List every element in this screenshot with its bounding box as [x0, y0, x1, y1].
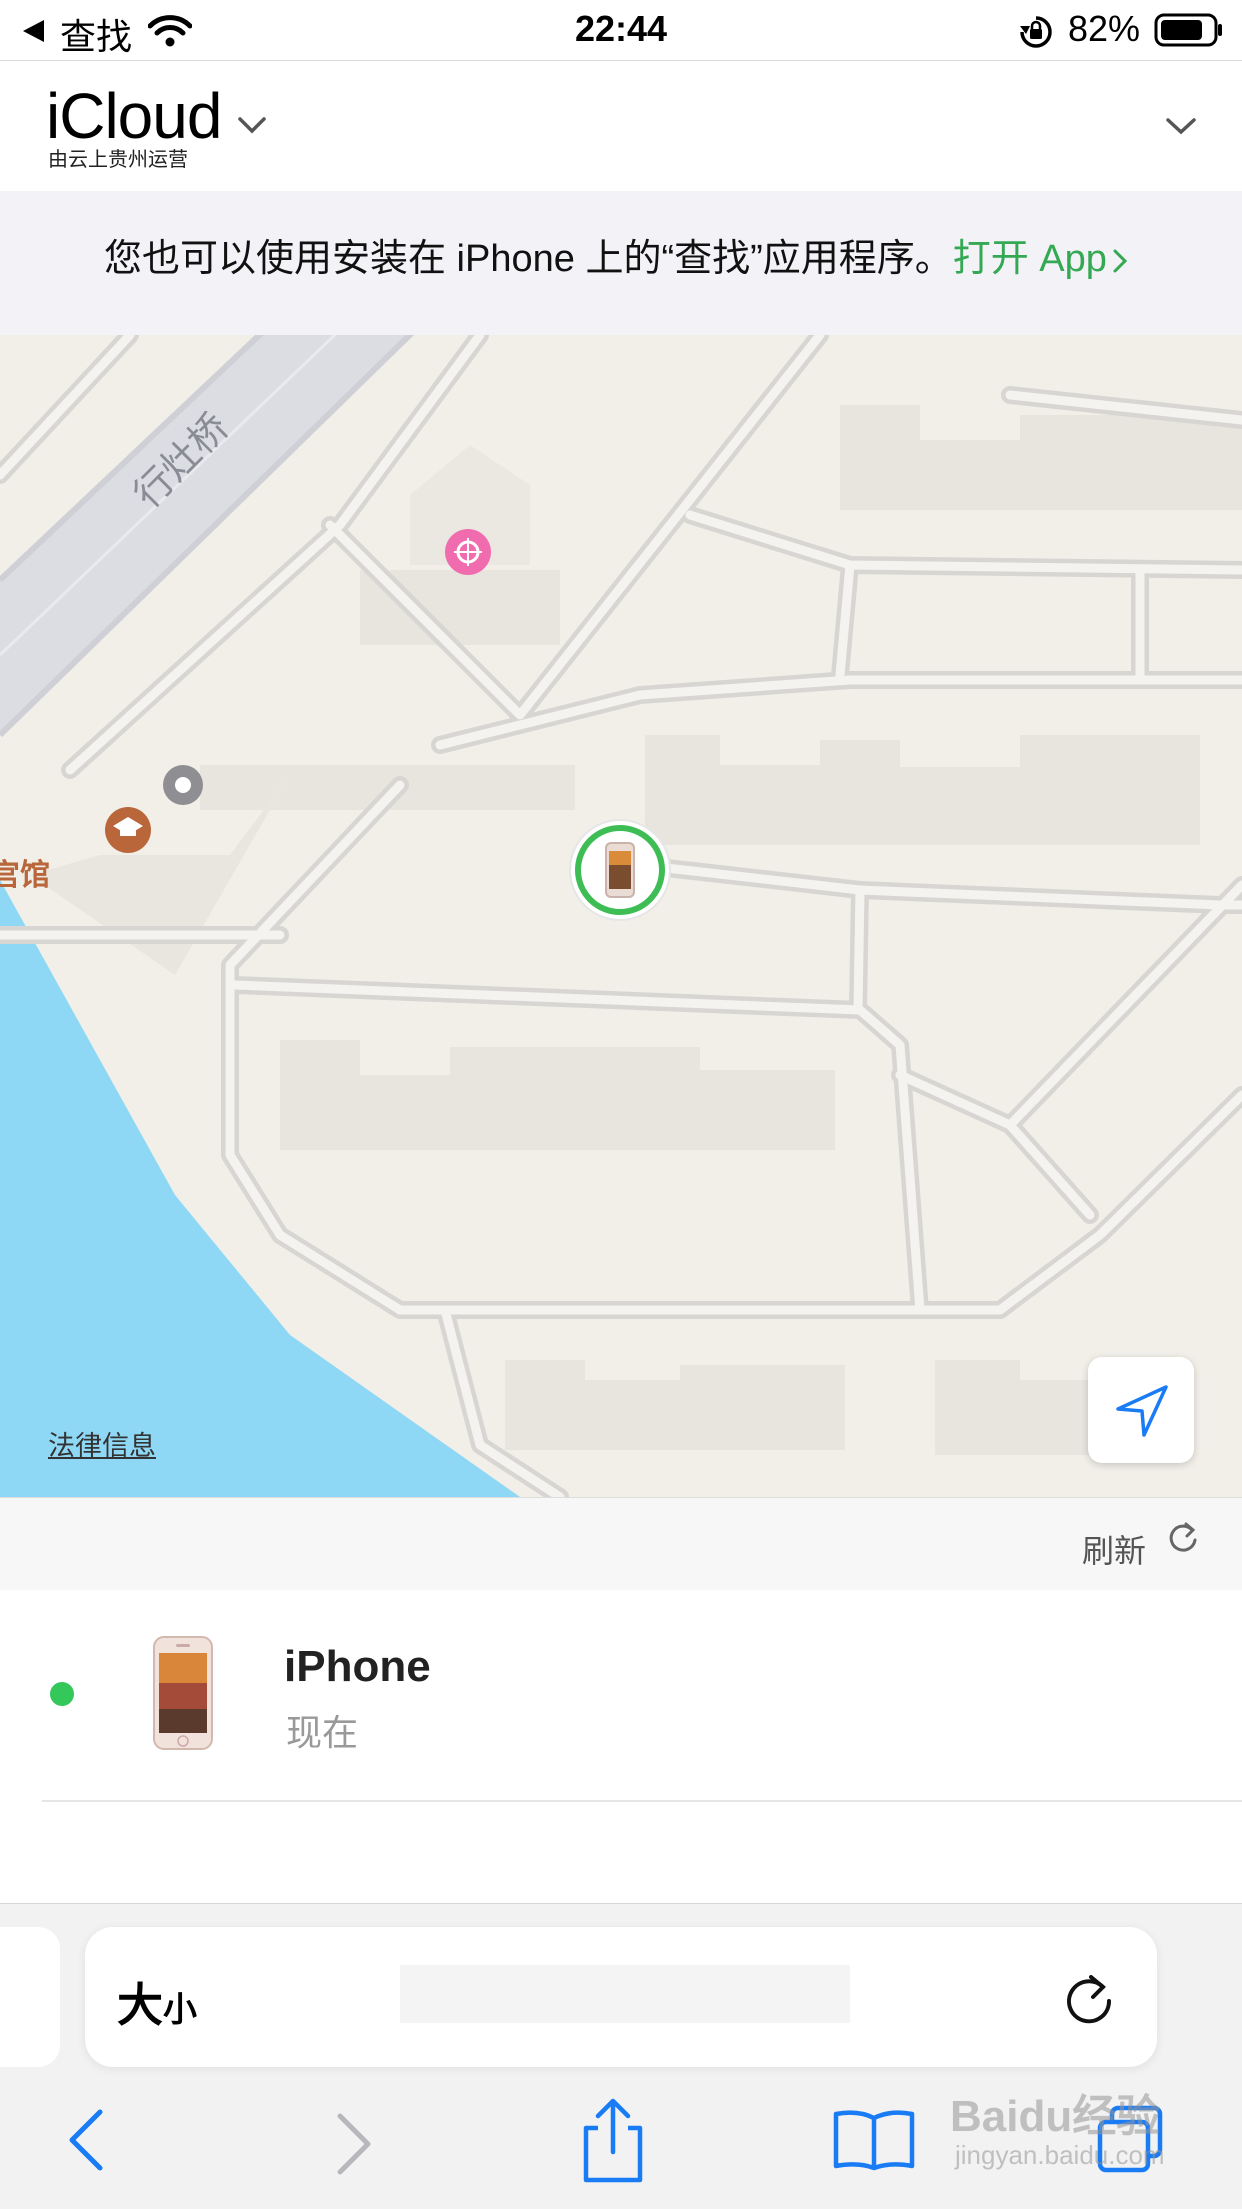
status-bar: 查找 22:44 82%: [0, 0, 1242, 61]
open-app-link[interactable]: 打开 App: [953, 238, 1129, 280]
iphone-thumbnail-icon: [153, 1636, 213, 1750]
chevron-down-icon[interactable]: [236, 115, 268, 137]
bookmarks-icon[interactable]: [832, 2106, 916, 2172]
banner-message: 您也可以使用安装在 iPhone 上的“查找”应用程序。: [104, 238, 953, 280]
share-icon[interactable]: [578, 2096, 648, 2184]
battery-icon: [1154, 13, 1222, 47]
school-poi[interactable]: [105, 807, 151, 853]
online-status-dot: [50, 1682, 74, 1706]
icloud-header: iCloud 由云上贵州运营: [0, 61, 1242, 191]
orientation-lock-icon: [1020, 16, 1052, 48]
device-location-pin[interactable]: [569, 819, 671, 921]
previous-tab-card[interactable]: [0, 1927, 60, 2067]
battery-percent: 82%: [1068, 8, 1141, 49]
address-bar[interactable]: 大小: [85, 1927, 1157, 2067]
watermark-subtext: jingyan.baidu.com: [955, 2140, 1165, 2170]
text-size-button[interactable]: 大小: [117, 1969, 197, 2035]
refresh-label[interactable]: 刷新: [1082, 1526, 1146, 1572]
chevron-right-icon[interactable]: [1111, 247, 1129, 275]
banner-text: 您也可以使用安装在 iPhone 上的“查找”应用程序。打开 App: [104, 227, 1129, 282]
device-name: iPhone: [284, 1642, 431, 1691]
watermark-text: Baidu经验: [950, 2092, 1161, 2141]
refresh-bar: 刷新: [0, 1497, 1242, 1591]
url-field[interactable]: [400, 1965, 850, 2023]
legal-info-link[interactable]: 法律信息: [48, 1424, 156, 1463]
icloud-subtitle: 由云上贵州运营: [48, 149, 188, 171]
row-divider: [42, 1800, 1242, 1802]
find-app-banner: 您也可以使用安装在 iPhone 上的“查找”应用程序。打开 App: [0, 191, 1242, 335]
locate-me-button[interactable]: [1088, 1357, 1194, 1463]
text-size-large[interactable]: 大: [117, 1979, 163, 2031]
device-list-item[interactable]: iPhone 现在: [0, 1590, 1242, 1802]
device-last-seen: 现在: [286, 1712, 359, 1753]
text-size-small[interactable]: 小: [163, 1991, 197, 2029]
map-view[interactable]: 行灶桥 宫馆: [0, 335, 1242, 1497]
icloud-title[interactable]: iCloud: [46, 79, 222, 153]
ferris-wheel-poi[interactable]: [445, 529, 491, 575]
map-canvas[interactable]: 行灶桥 宫馆: [0, 335, 1242, 1497]
menu-chevron-icon[interactable]: [1164, 115, 1198, 139]
forward-arrow-icon[interactable]: [334, 2112, 376, 2176]
refresh-icon[interactable]: [1166, 1520, 1200, 1556]
status-time: 22:44: [574, 8, 668, 49]
reload-icon[interactable]: [1061, 1971, 1117, 2027]
back-arrow-icon[interactable]: [64, 2108, 106, 2172]
partial-poi-label: 宫馆: [0, 858, 50, 892]
location-arrow-icon[interactable]: [1114, 1383, 1170, 1439]
location-marker-poi[interactable]: [163, 765, 203, 805]
open-app-label[interactable]: 打开 App: [953, 238, 1107, 280]
